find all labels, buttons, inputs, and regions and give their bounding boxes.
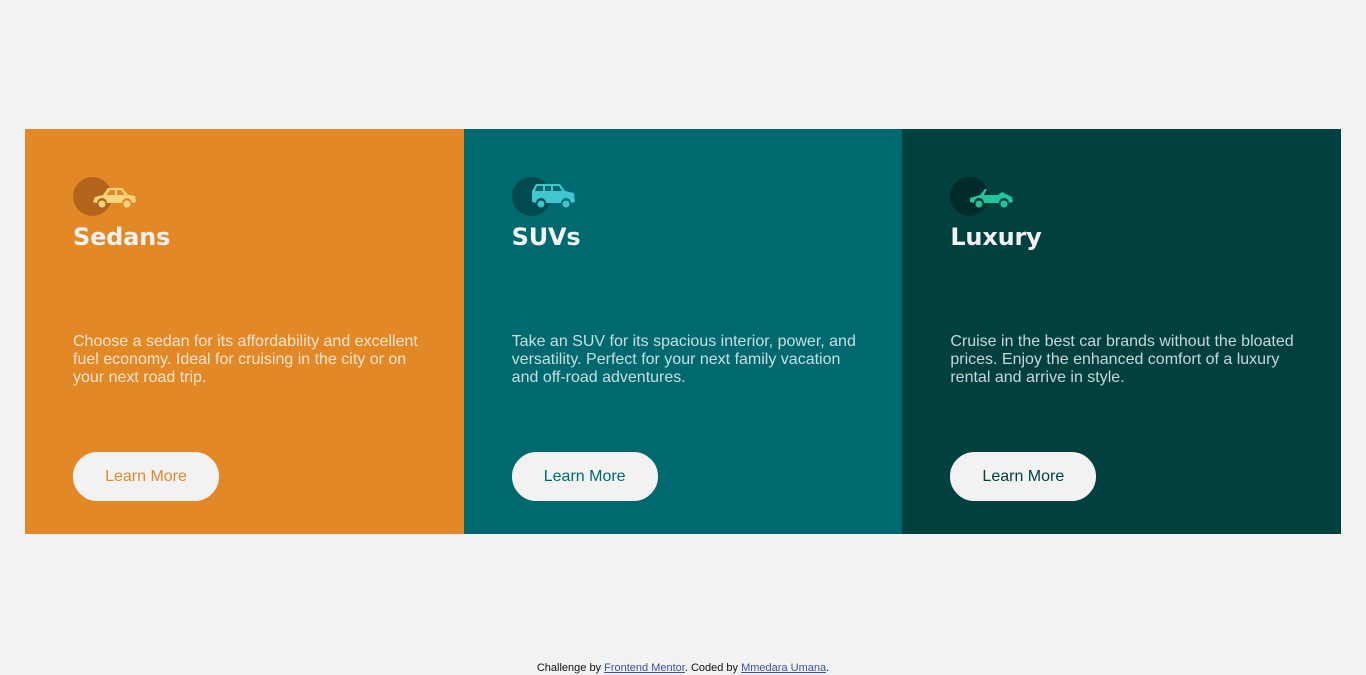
learn-more-button[interactable]: Learn More: [73, 452, 219, 501]
sedan-car-icon: [93, 188, 136, 208]
card-title: Luxury: [950, 223, 1042, 251]
footer-middle: . Coded by: [684, 662, 742, 674]
card-luxury: Luxury Cruise in the best car brands wit…: [902, 129, 1342, 534]
convertible-car-icon: [970, 189, 1014, 208]
frontend-mentor-link[interactable]: Frontend Mentor: [604, 662, 685, 674]
card-description: Take an SUV for its spacious interior, p…: [511, 333, 856, 386]
footer-suffix: .: [826, 662, 830, 674]
sedan-icon-wrap: [73, 177, 143, 217]
suv-car-icon: [531, 184, 575, 208]
card-title: Sedans: [73, 223, 171, 251]
footer-prefix: Challenge by: [536, 662, 605, 674]
luxury-icon-wrap: [950, 177, 1020, 217]
suv-icon-wrap: [511, 177, 582, 217]
card-sedans: Sedans Choose a sedan for its affordabil…: [25, 129, 464, 534]
card-title: SUVs: [511, 223, 581, 251]
card-description: Choose a sedan for its affordability and…: [73, 333, 418, 386]
card-suvs: SUVs Take an SUV for its spacious interi…: [463, 129, 903, 534]
learn-more-button[interactable]: Learn More: [511, 452, 658, 501]
attribution-footer: Challenge by Frontend Mentor. Coded by M…: [0, 662, 1366, 674]
car-cards: Sedans Choose a sedan for its affordabil…: [25, 129, 1342, 534]
card-description: Cruise in the best car brands without th…: [950, 333, 1294, 386]
learn-more-button[interactable]: Learn More: [950, 452, 1097, 501]
author-link[interactable]: Mmedara Umana: [741, 662, 826, 674]
